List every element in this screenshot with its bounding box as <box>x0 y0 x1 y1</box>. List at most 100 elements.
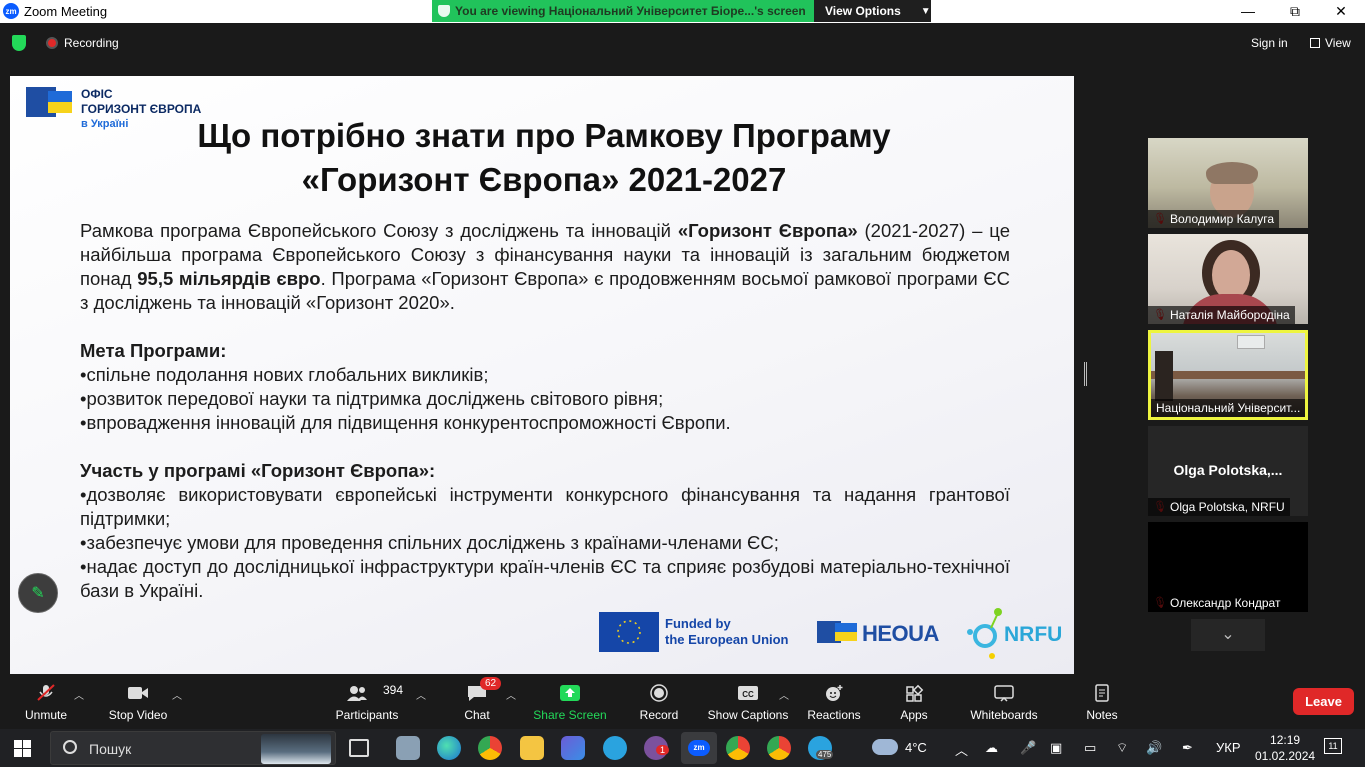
video-options-caret[interactable]: ︿ <box>172 687 182 702</box>
participant-video-tile-active-speaker[interactable]: Національний Університ... <box>1148 330 1308 420</box>
unmute-button[interactable]: Unmute <box>10 677 82 729</box>
notes-button[interactable]: Notes <box>1076 677 1128 729</box>
zoom-taskbar-icon[interactable]: zm <box>681 732 717 764</box>
goal-item: •розвиток передової науки та підтримка д… <box>80 388 664 409</box>
calculator-icon[interactable] <box>396 736 420 760</box>
clock-time: 12:19 <box>1270 733 1301 747</box>
goal-item: •впровадження інновацій для підвищення к… <box>80 412 731 433</box>
onedrive-cloud-icon[interactable]: ☁ <box>985 740 998 756</box>
reactions-button[interactable]: Reactions <box>804 677 864 729</box>
weather-cloud-icon[interactable] <box>872 739 898 755</box>
show-captions-button[interactable]: CC Show Captions <box>704 677 792 729</box>
zoom-logo-icon: zm <box>3 3 19 19</box>
restore-button[interactable]: ⧉ <box>1272 0 1318 22</box>
viber-icon[interactable]: 1 <box>644 736 670 760</box>
shield-icon <box>438 5 450 17</box>
captions-cc-icon: CC <box>738 686 758 700</box>
chrome-profile-icon[interactable] <box>726 736 750 760</box>
funded-line-2: the European Union <box>665 632 789 647</box>
shared-screen-slide: ОФІС ГОРИЗОНТ ЄВРОПА в Україні Що потріб… <box>10 76 1074 674</box>
taskbar-search-box[interactable]: Пошук <box>50 731 336 765</box>
participants-button[interactable]: 394 Participants <box>330 677 404 729</box>
eu-flag-logo <box>599 612 659 652</box>
record-button[interactable]: Record <box>630 677 688 729</box>
sign-in-link[interactable]: Sign in <box>1251 36 1288 50</box>
nrfu-logo-text: NRFU <box>1004 623 1063 646</box>
participant-display-name: Olga Polotska,... <box>1173 462 1283 478</box>
notifications-icon[interactable]: 11 <box>1324 738 1342 754</box>
chat-button[interactable]: 62 Chat <box>450 677 504 729</box>
chevron-down-icon: ▼ <box>920 5 931 17</box>
participant-video-tile[interactable]: 🎙 Наталія Майбородіна <box>1148 234 1308 324</box>
screen-icon[interactable]: ▣ <box>1050 740 1062 756</box>
heoua-flag-icon <box>817 621 857 643</box>
participant-name: Олександр Кондрат <box>1148 594 1286 612</box>
participants-options-caret[interactable]: ︿ <box>416 687 426 702</box>
wifi-icon[interactable]: ⌔ <box>1116 740 1128 756</box>
notes-icon <box>1095 684 1109 702</box>
stop-video-button[interactable]: Stop Video <box>100 677 176 729</box>
audio-options-caret[interactable]: ︿ <box>74 687 84 702</box>
panel-resize-handle[interactable] <box>1084 362 1087 386</box>
captions-options-caret[interactable]: ︿ <box>779 687 789 702</box>
logo-line-1: ОФІС <box>81 87 113 101</box>
task-view-icon[interactable] <box>349 739 369 757</box>
apps-button[interactable]: Apps <box>890 677 938 729</box>
chrome-browser-icon[interactable] <box>478 736 502 760</box>
slide-title-line-2: «Горизонт Європа» 2021-2027 <box>301 161 787 198</box>
minimize-button[interactable]: — <box>1225 0 1271 22</box>
file-explorer-icon[interactable] <box>520 736 544 760</box>
participant-name: Національний Університ... <box>1151 399 1305 417</box>
meeting-top-bar: Recording Sign in View <box>0 23 1365 63</box>
view-button[interactable]: View <box>1310 36 1351 50</box>
share-screen-icon <box>560 685 580 701</box>
viewing-banner: You are viewing Національний Університет… <box>432 0 931 22</box>
chat-options-caret[interactable]: ︿ <box>506 687 516 702</box>
pen-icon[interactable]: ✒ <box>1182 740 1193 756</box>
unmute-label: Unmute <box>24 708 68 722</box>
windows-start-icon[interactable] <box>14 740 31 757</box>
intro-bold-1: «Горизонт Європа» <box>677 220 858 241</box>
share-screen-button[interactable]: Share Screen <box>530 677 610 729</box>
language-indicator[interactable]: УКР <box>1216 740 1241 755</box>
share-screen-label: Share Screen <box>533 708 607 722</box>
chat-label: Chat <box>464 708 490 722</box>
stop-video-label: Stop Video <box>108 708 168 722</box>
funded-by-eu-text: Funded by the European Union <box>665 616 789 648</box>
battery-icon[interactable]: ▭ <box>1084 740 1096 756</box>
chat-unread-badge: 62 <box>480 677 502 690</box>
search-placeholder: Пошук <box>89 741 132 757</box>
taskbar-clock[interactable]: 12:19 01.02.2024 <box>1255 732 1315 764</box>
smiley-plus-icon <box>826 685 843 701</box>
leave-button[interactable]: Leave <box>1293 688 1354 715</box>
muted-microphone-icon <box>37 684 55 701</box>
participants-count: 394 <box>383 683 404 697</box>
participant-video-tile[interactable]: Olga Polotska,... 🎙 Olga Polotska, NRFU <box>1148 426 1308 516</box>
intro-paragraph: Рамкова програма Європейського Союзу з д… <box>80 219 1010 315</box>
goals-heading-text: Мета Програми: <box>80 340 227 361</box>
notes-label: Notes <box>1086 708 1118 722</box>
participant-name: Наталія Майбородіна <box>1148 306 1295 324</box>
scroll-participants-down-button[interactable]: ⌄ <box>1191 619 1265 651</box>
app-icon[interactable] <box>561 736 585 760</box>
participant-video-tile[interactable]: 🎙 Володимир Калуга <box>1148 138 1308 228</box>
close-button[interactable]: ✕ <box>1318 0 1364 22</box>
zoom-taskbar-logo: zm <box>688 740 710 756</box>
security-shield-icon[interactable] <box>12 35 26 51</box>
telegram-icon[interactable]: 475 <box>808 736 834 760</box>
viewing-banner-text: You are viewing Національний Університет… <box>455 4 806 18</box>
view-options-label: View Options <box>825 4 901 18</box>
volume-icon[interactable]: 🔊 <box>1146 740 1162 756</box>
edge-browser-icon[interactable] <box>437 736 461 760</box>
chrome-profile-icon[interactable] <box>767 736 791 760</box>
participant-video-tile[interactable]: 🎙 Олександр Кондрат <box>1148 522 1308 612</box>
view-options-button[interactable]: View Options ▼ <box>814 0 931 22</box>
annotate-pencil-button[interactable]: ✎ <box>18 573 58 613</box>
window-title: Zoom Meeting <box>24 4 108 19</box>
svg-text:CC: CC <box>742 690 754 699</box>
recording-label: Recording <box>64 36 119 50</box>
telegram-icon[interactable] <box>603 736 627 760</box>
chevron-up-icon[interactable]: ︿ <box>955 740 968 759</box>
microphone-icon[interactable]: 🎤 <box>1020 740 1036 756</box>
whiteboards-button[interactable]: Whiteboards <box>962 677 1046 729</box>
